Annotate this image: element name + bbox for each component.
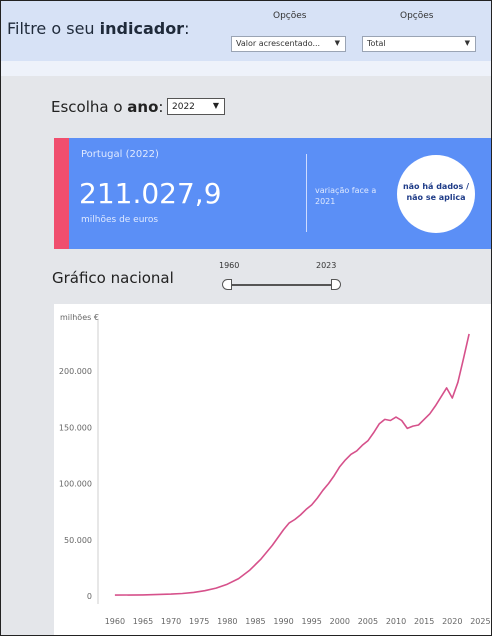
year-label-bold: ano: [127, 98, 159, 116]
kpi-variation-value: não há dados / não se aplica: [402, 182, 470, 202]
filter-strip: [1, 61, 491, 76]
kpi-value: 211.027,9: [79, 177, 222, 210]
range-end-label: 2023: [316, 261, 337, 270]
kpi-accent-bar: [54, 138, 69, 249]
category-dropdown[interactable]: Total ▼: [362, 36, 476, 52]
kpi-unit: milhões de euros: [81, 215, 159, 225]
category-dropdown-value: Total: [367, 39, 386, 48]
y-tick-label: 50.000: [64, 536, 92, 545]
x-tick-label: 2000: [330, 617, 350, 626]
x-tick-label: 1995: [302, 617, 322, 626]
y-tick-label: 100.000: [59, 480, 92, 489]
year-label: Escolha o ano:: [51, 98, 163, 116]
x-tick-label: 1980: [217, 617, 237, 626]
indicator-dropdown[interactable]: Valor acrescentado... ▼: [231, 36, 346, 52]
chart-title: Gráfico nacional: [52, 269, 174, 287]
y-tick-label: 0: [87, 592, 92, 601]
chevron-down-icon: ▼: [334, 39, 340, 47]
year-select[interactable]: 2022 ▼: [167, 98, 225, 115]
filter-title: Filtre o seu indicador:: [7, 19, 189, 38]
kpi-variation-label: variação face a 2021: [315, 186, 377, 206]
x-tick-label: 1975: [189, 617, 209, 626]
range-start-label: 1960: [219, 261, 240, 270]
kpi-variation-badge: não há dados / não se aplica: [397, 155, 475, 233]
filter-bar: Filtre o seu indicador: Opções Valor acr…: [1, 1, 491, 61]
year-label-prefix: Escolha o: [51, 98, 128, 116]
year-label-suffix: :: [158, 98, 164, 116]
kpi-subtitle: Portugal (2022): [81, 149, 159, 160]
kpi-divider: [306, 154, 307, 232]
x-tick-label: 2025: [470, 617, 490, 626]
chevron-down-icon: ▼: [464, 39, 470, 47]
indicator-dropdown-value: Valor acrescentado...: [236, 39, 321, 48]
range-slider-start-handle[interactable]: [222, 279, 232, 290]
option-1-label: Opções: [273, 11, 307, 21]
option-2-label: Opções: [400, 11, 434, 21]
x-tick-label: 1970: [161, 617, 181, 626]
x-tick-label: 1985: [245, 617, 265, 626]
year-select-value: 2022: [172, 102, 195, 112]
dashboard-frame: Filtre o seu indicador: Opções Valor acr…: [0, 0, 492, 636]
y-tick-label: 150.000: [59, 423, 92, 432]
filter-title-bold: indicador: [99, 19, 185, 38]
y-axis-label: milhões €: [60, 313, 99, 322]
x-tick-label: 1990: [273, 617, 293, 626]
range-slider-end-handle[interactable]: [331, 279, 341, 290]
x-tick-label: 2010: [386, 617, 406, 626]
series-line: [114, 333, 470, 596]
chevron-down-icon: ▼: [212, 101, 219, 110]
line-chart: milhões € 0 50.000 100.000 150.000 200.000 196…: [59, 313, 491, 626]
x-tick-label: 2020: [442, 617, 462, 626]
x-tick-label: 2005: [358, 617, 378, 626]
filter-title-prefix: Filtre o seu: [7, 19, 100, 38]
x-tick-label: 2015: [414, 617, 434, 626]
x-tick-label: 1965: [133, 617, 153, 626]
range-slider-track[interactable]: [227, 284, 335, 286]
x-tick-label: 1960: [105, 617, 125, 626]
filter-title-suffix: :: [184, 19, 190, 38]
y-tick-label: 200.000: [59, 367, 92, 376]
